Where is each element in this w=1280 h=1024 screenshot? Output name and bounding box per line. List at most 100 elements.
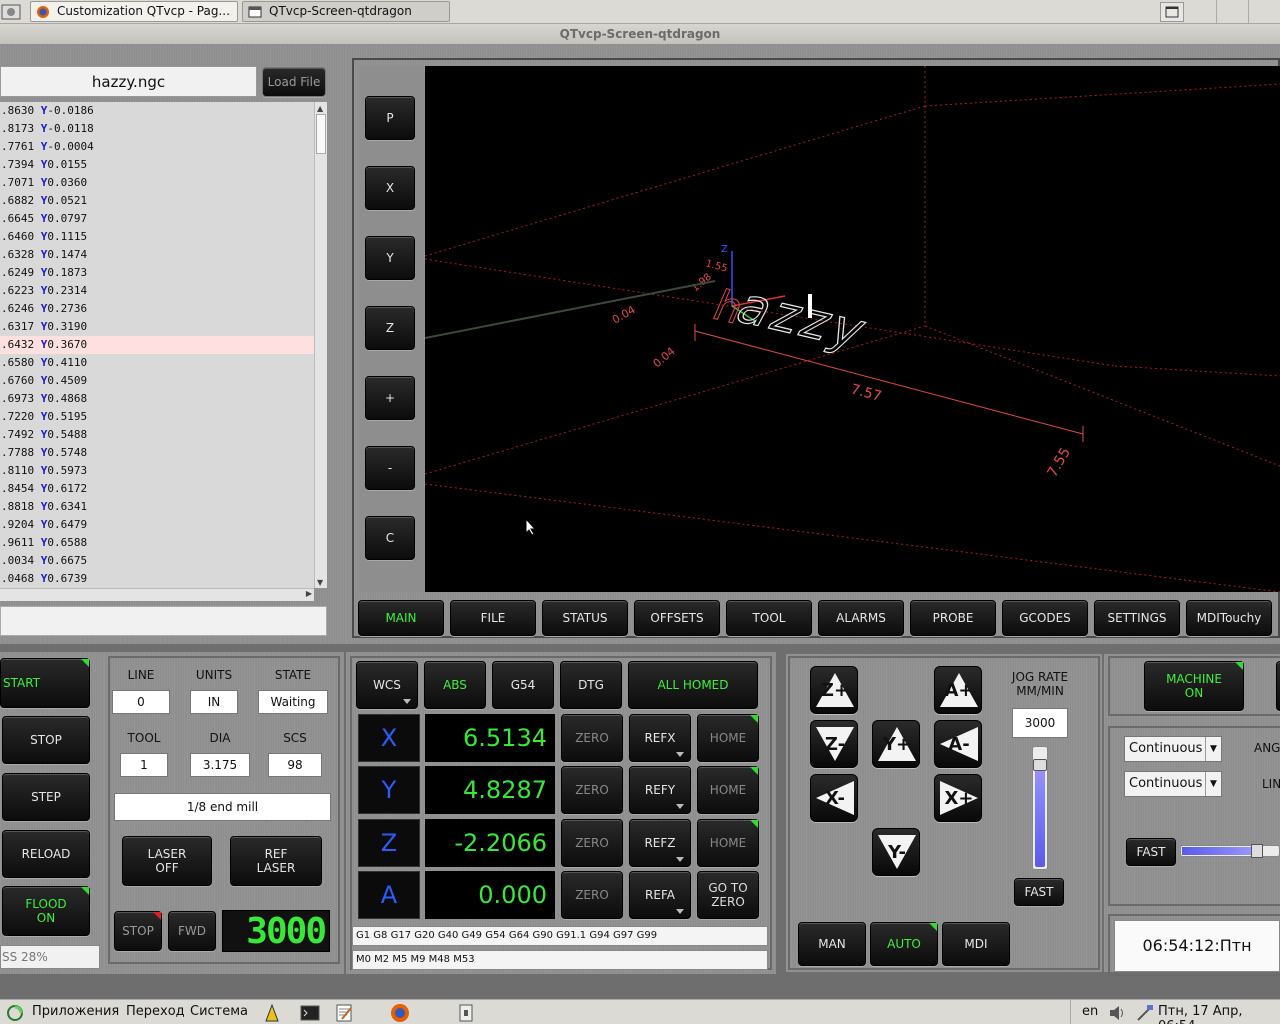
wcs-button[interactable]: WCS	[356, 661, 418, 709]
jog-x-plus-button[interactable]: X+	[934, 774, 982, 822]
keyboard-layout[interactable]: en	[1082, 1004, 1098, 1019]
gcode-line[interactable]: .6328 Y0.1474	[0, 246, 314, 264]
dtg-button[interactable]: DTG	[560, 661, 622, 709]
slider-handle[interactable]	[1033, 759, 1047, 771]
jog-y-plus-button[interactable]: Y+	[872, 720, 920, 768]
zero-z-button[interactable]: ZERO	[561, 819, 623, 867]
machine-on-button[interactable]: MACHINE ON	[1144, 661, 1244, 711]
volume-icon[interactable]	[1108, 1004, 1128, 1022]
jog-rate-value[interactable]: 3000	[1012, 708, 1068, 738]
tab-tool[interactable]: TOOL	[726, 600, 812, 636]
tab-alarms[interactable]: ALARMS	[818, 600, 904, 636]
gcode-line[interactable]: .7071 Y0.0360	[0, 174, 314, 192]
gcode-line[interactable]: .6432 Y0.3670	[0, 336, 314, 354]
browser-tab-qtvcp[interactable]: QTvcp-Screen-qtdragon	[242, 1, 450, 22]
gcode-line[interactable]: .7761 Y-0.0004	[0, 138, 314, 156]
app-menu-icon[interactable]	[0, 3, 22, 21]
estop-button[interactable]	[1276, 661, 1280, 711]
system-menu-icon[interactable]	[6, 1004, 24, 1022]
tab-gcodes[interactable]: GCODES	[1002, 600, 1088, 636]
gcode-line[interactable]: .9204 Y0.6479	[0, 516, 314, 534]
gcode-line[interactable]: .8630 Y-0.0186	[0, 102, 314, 120]
view-z-button[interactable]: Z	[365, 306, 415, 350]
text-editor-icon[interactable]	[334, 1003, 354, 1023]
tab-settings[interactable]: SETTINGS	[1094, 600, 1180, 636]
start-button[interactable]: START	[0, 658, 90, 708]
tab-probe[interactable]: PROBE	[910, 600, 996, 636]
terminal-icon[interactable]	[300, 1003, 320, 1023]
spindle-fwd-button[interactable]: FWD	[168, 911, 216, 951]
jog-fast-button[interactable]: FAST	[1014, 878, 1064, 906]
slider-handle[interactable]	[1251, 844, 1263, 858]
gcode-line[interactable]: .0034 Y0.6675	[0, 552, 314, 570]
angular-increment-select[interactable]: Continuous ▼	[1124, 771, 1222, 797]
ref-y-button[interactable]: REFY	[629, 766, 691, 814]
zero-x-button[interactable]: ZERO	[561, 714, 623, 762]
gcode-line[interactable]: .6460 Y0.1115	[0, 228, 314, 246]
gcode-line[interactable]: .6249 Y0.1873	[0, 264, 314, 282]
firefox-icon[interactable]	[389, 1002, 411, 1024]
step-button[interactable]: STEP	[2, 773, 90, 821]
reload-button[interactable]: RELOAD	[2, 830, 90, 878]
zero-a-button[interactable]: ZERO	[561, 871, 623, 919]
gcode-hscrollbar[interactable]: ▶	[0, 588, 314, 601]
zero-y-button[interactable]: ZERO	[561, 766, 623, 814]
gcode-line[interactable]: .8173 Y-0.0118	[0, 120, 314, 138]
gcode-line[interactable]: .6645 Y0.0797	[0, 210, 314, 228]
ref-a-button[interactable]: REFA	[629, 871, 691, 919]
browser-tab-customization[interactable]: Customization QTvcp - Pag...	[30, 1, 238, 22]
mode-auto-button[interactable]: AUTO	[870, 922, 938, 966]
angular-fast-button[interactable]: FAST	[1126, 838, 1176, 866]
gcode-line[interactable]: .6580 Y0.4110	[0, 354, 314, 372]
scroll-up-icon[interactable]: ▲	[317, 104, 323, 113]
view-p-button[interactable]: P	[365, 96, 415, 140]
gcode-line[interactable]: .0468 Y0.6739	[0, 570, 314, 588]
gcode-line[interactable]: .7220 Y0.5195	[0, 408, 314, 426]
jog-x-minus-button[interactable]: X-	[810, 774, 858, 822]
gcode-line[interactable]: .8454 Y0.6172	[0, 480, 314, 498]
gcode-list[interactable]: .8630 Y-0.0186.8173 Y-0.0118.7761 Y-0.00…	[0, 102, 314, 588]
tab-status[interactable]: STATUS	[542, 600, 628, 636]
go-to-zero-button[interactable]: GO TO ZERO	[697, 871, 759, 919]
stop-button[interactable]: STOP	[2, 716, 90, 764]
scroll-down-icon[interactable]: ▼	[317, 578, 323, 587]
window-switch-icon[interactable]	[458, 1004, 474, 1022]
ref-z-button[interactable]: REFZ	[629, 819, 691, 867]
gcode-line[interactable]: .6223 Y0.2314	[0, 282, 314, 300]
taskbar-menu-applications[interactable]: Приложения	[32, 1004, 119, 1019]
jog-rate-slider[interactable]	[1032, 746, 1048, 870]
gcode-scrollbar[interactable]: ▲ ▼	[314, 102, 327, 588]
gcode-line[interactable]: .8818 Y0.6341	[0, 498, 314, 516]
mode-man-button[interactable]: MAN	[798, 922, 866, 966]
gcode-line[interactable]: .6760 Y0.4509	[0, 372, 314, 390]
gcode-line[interactable]: .8110 Y0.5973	[0, 462, 314, 480]
linuxcnc-icon[interactable]	[262, 1003, 282, 1023]
gcode-line[interactable]: .6317 Y0.3190	[0, 318, 314, 336]
gcode-line[interactable]: .7788 Y0.5748	[0, 444, 314, 462]
home-z-button[interactable]: HOME	[697, 819, 759, 867]
zoom-out-button[interactable]: -	[365, 446, 415, 490]
home-y-button[interactable]: HOME	[697, 766, 759, 814]
tab-file[interactable]: FILE	[450, 600, 536, 636]
laser-button[interactable]: LASER OFF	[122, 836, 212, 886]
ref-x-button[interactable]: REFX	[629, 714, 691, 762]
jog-y-minus-button[interactable]: Y-	[872, 828, 920, 876]
taskbar-menu-system[interactable]: Система	[190, 1004, 248, 1019]
gcode-line[interactable]: .7492 Y0.5488	[0, 426, 314, 444]
scroll-right-icon[interactable]: ▶	[306, 589, 312, 598]
ref-laser-button[interactable]: REF LASER	[230, 836, 322, 886]
gcode-line[interactable]: .6973 Y0.4868	[0, 390, 314, 408]
jog-z-minus-button[interactable]: Z-	[810, 720, 858, 768]
tab-mditouchy[interactable]: MDITouchy	[1186, 600, 1272, 636]
tab-main[interactable]: MAIN	[358, 600, 444, 636]
jog-a-plus-button[interactable]: A+	[934, 666, 982, 714]
angular-jog-slider[interactable]	[1180, 844, 1280, 858]
scroll-thumb[interactable]	[316, 114, 326, 154]
jog-z-plus-button[interactable]: Z+	[810, 666, 858, 714]
clear-button[interactable]: C	[365, 516, 415, 560]
gcode-preview-3d[interactable]: 7.57 7.55 0.04 1.55 1.98 0.04 Z h azzy	[425, 66, 1280, 592]
flood-button[interactable]: FLOOD ON	[2, 886, 90, 936]
jog-a-minus-button[interactable]: A-	[934, 720, 982, 768]
gcode-line[interactable]: .7394 Y0.0155	[0, 156, 314, 174]
tab-offsets[interactable]: OFFSETS	[634, 600, 720, 636]
